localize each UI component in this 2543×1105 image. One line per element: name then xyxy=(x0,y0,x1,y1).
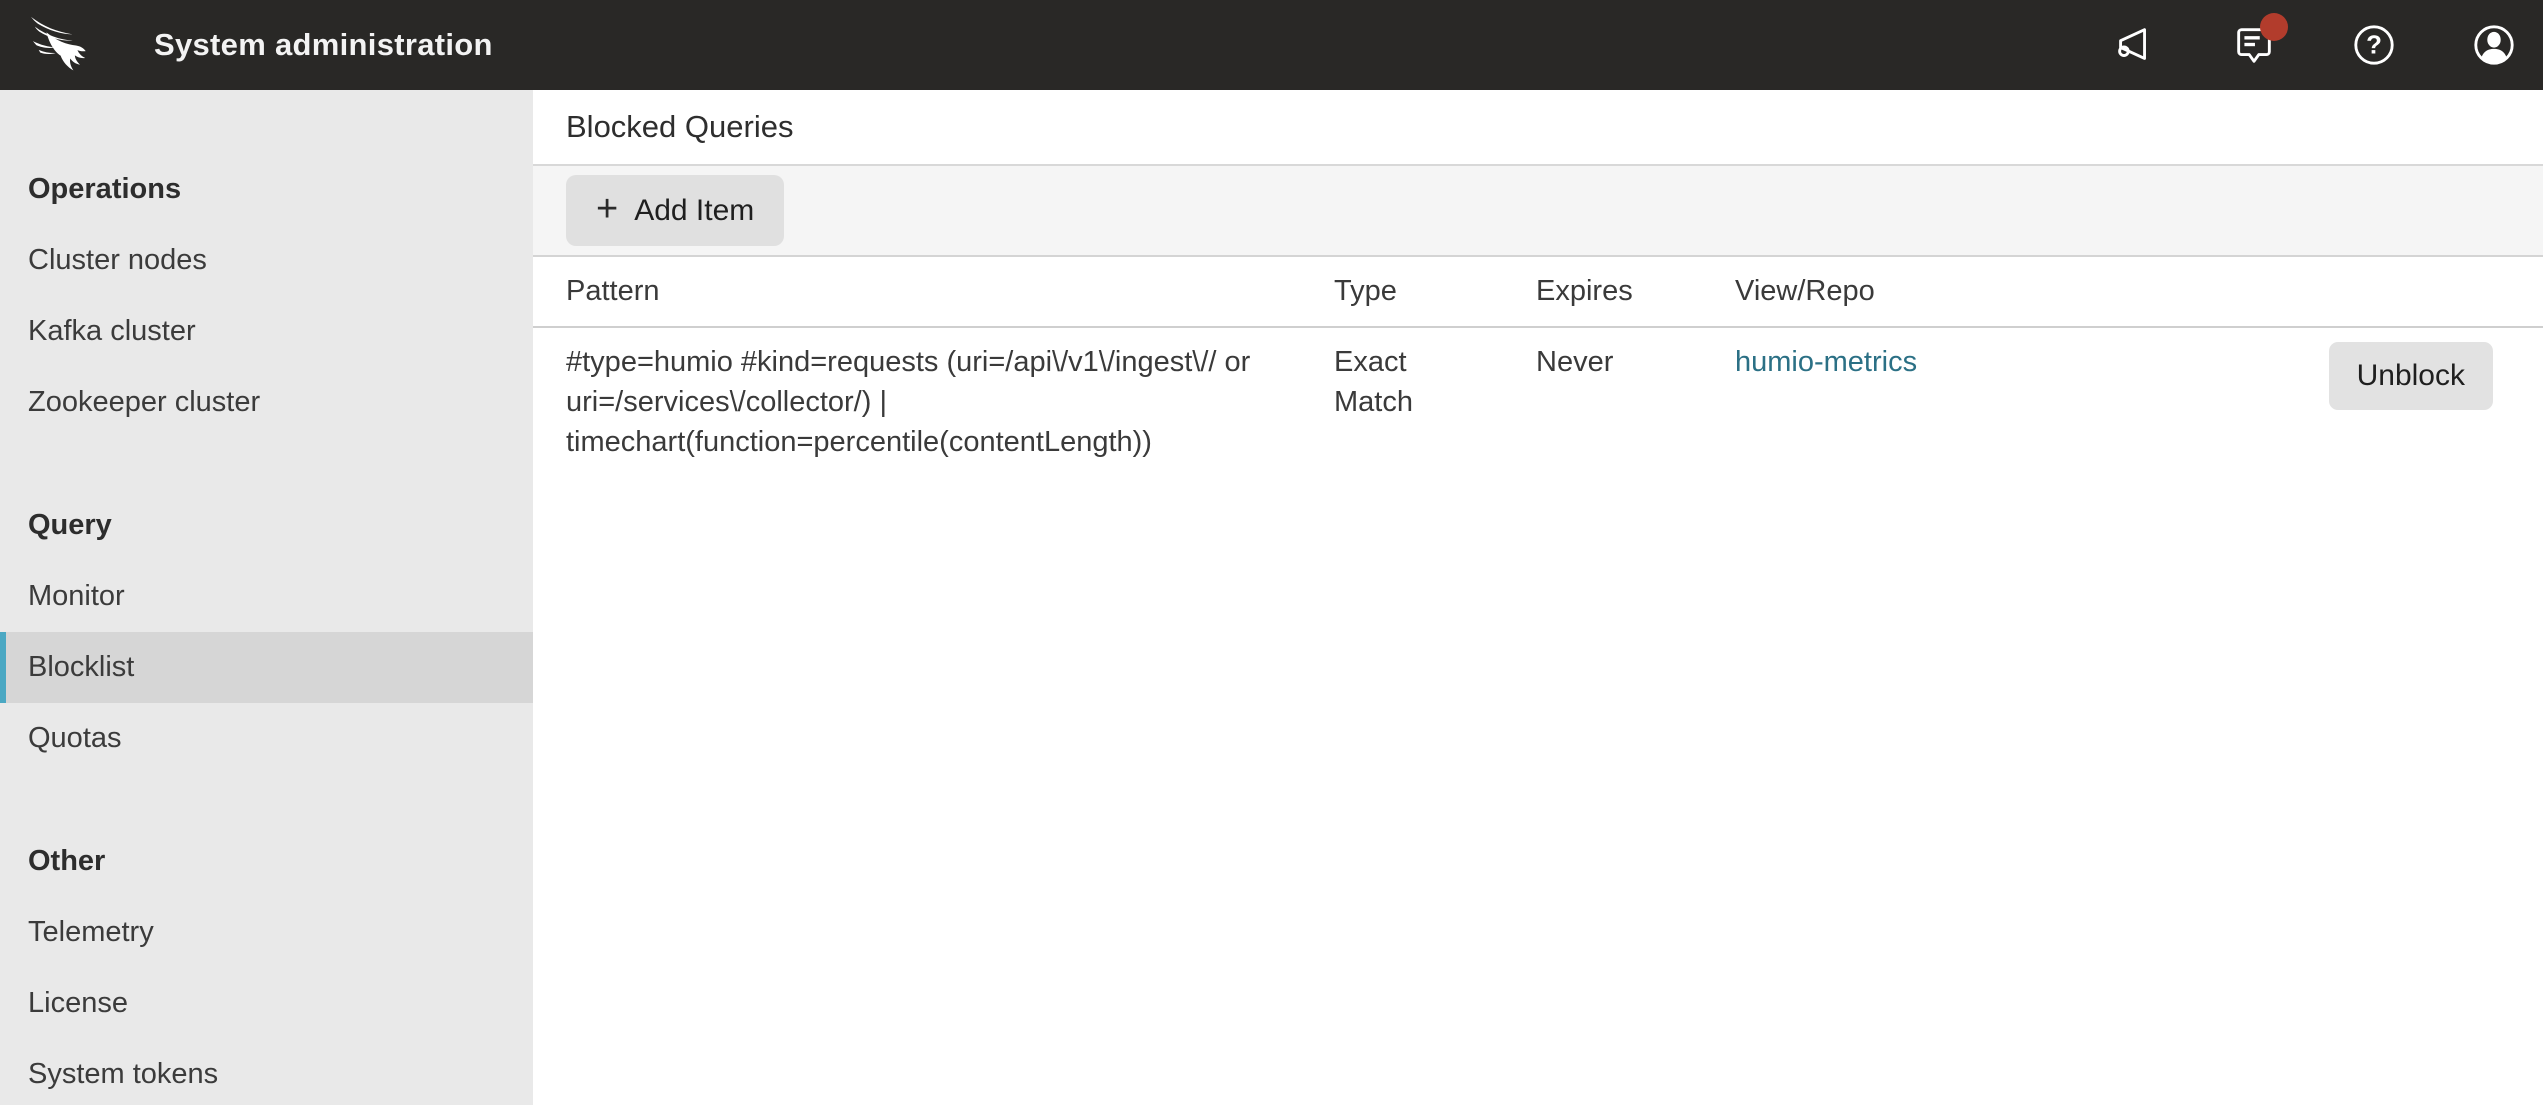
falcon-logo-icon xyxy=(30,15,92,76)
sidebar-item-quotas[interactable]: Quotas xyxy=(0,703,533,774)
notifications-button[interactable] xyxy=(2231,22,2277,68)
svg-text:?: ? xyxy=(2366,32,2382,60)
toolbar: + Add Item xyxy=(533,166,2543,257)
column-header-pattern: Pattern xyxy=(566,275,1334,308)
megaphone-icon xyxy=(2111,22,2157,68)
add-item-label: Add Item xyxy=(634,194,754,228)
announcements-button[interactable] xyxy=(2111,22,2157,68)
column-header-expires: Expires xyxy=(1536,275,1735,308)
sidebar-item-system-tokens[interactable]: System tokens xyxy=(0,1039,533,1105)
title-row: Blocked Queries xyxy=(533,90,2543,166)
unblock-button[interactable]: Unblock xyxy=(2329,342,2493,410)
app-header: System administration xyxy=(0,0,2543,90)
plus-icon: + xyxy=(596,190,618,228)
sidebar-heading-operations: Operations xyxy=(0,154,533,225)
crowdstrike-logo[interactable] xyxy=(30,15,92,75)
header-actions: ? xyxy=(2111,22,2517,68)
pattern-cell: #type=humio #kind=requests (uri=/api\/v1… xyxy=(566,342,1334,462)
add-item-button[interactable]: + Add Item xyxy=(566,175,784,246)
expires-cell: Never xyxy=(1536,342,1735,382)
sidebar-item-license[interactable]: License xyxy=(0,968,533,1039)
repo-link[interactable]: humio-metrics xyxy=(1735,346,1917,378)
sidebar-section-other: Other Telemetry License System tokens xyxy=(0,826,533,1105)
column-header-view-repo: View/Repo xyxy=(1735,275,2325,308)
sidebar-item-zookeeper-cluster[interactable]: Zookeeper cluster xyxy=(0,367,533,438)
sidebar-item-monitor[interactable]: Monitor xyxy=(0,561,533,632)
sidebar-section-operations: Operations Cluster nodes Kafka cluster Z… xyxy=(0,154,533,438)
view-repo-cell: humio-metrics xyxy=(1735,342,2325,382)
sidebar-item-blocklist[interactable]: Blocklist xyxy=(0,632,533,703)
main-content: Blocked Queries + Add Item Pattern Type … xyxy=(533,90,2543,1105)
sidebar-item-kafka-cluster[interactable]: Kafka cluster xyxy=(0,296,533,367)
sidebar-section-query: Query Monitor Blocklist Quotas xyxy=(0,490,533,774)
sidebar-item-telemetry[interactable]: Telemetry xyxy=(0,897,533,968)
account-button[interactable] xyxy=(2471,22,2517,68)
type-cell: Exact Match xyxy=(1334,342,1536,422)
notification-badge xyxy=(2260,13,2288,41)
app-title: System administration xyxy=(154,27,493,63)
sidebar-heading-query: Query xyxy=(0,490,533,561)
avatar-icon xyxy=(2471,22,2517,68)
sidebar-item-cluster-nodes[interactable]: Cluster nodes xyxy=(0,225,533,296)
sidebar: Operations Cluster nodes Kafka cluster Z… xyxy=(0,90,533,1105)
table-header: Pattern Type Expires View/Repo xyxy=(533,257,2543,328)
help-button[interactable]: ? xyxy=(2351,22,2397,68)
help-icon: ? xyxy=(2351,22,2397,68)
page-title: Blocked Queries xyxy=(566,109,793,145)
column-header-type: Type xyxy=(1334,275,1536,308)
table-row: #type=humio #kind=requests (uri=/api\/v1… xyxy=(533,328,2543,476)
sidebar-heading-other: Other xyxy=(0,826,533,897)
